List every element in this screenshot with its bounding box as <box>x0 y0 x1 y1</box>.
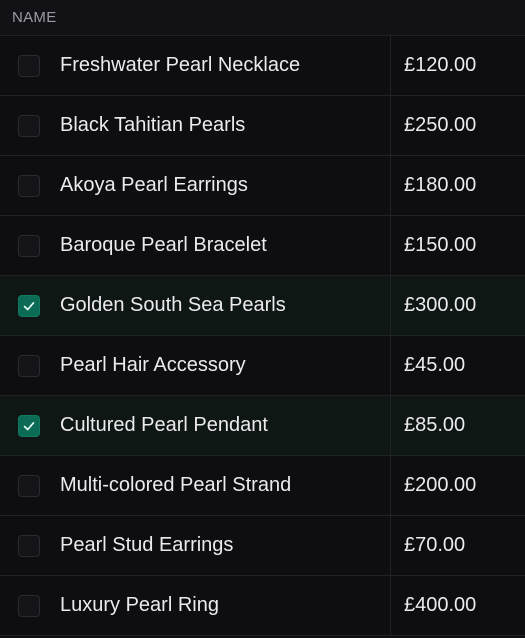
table-body: Freshwater Pearl Necklace £120.00 Black Ta… <box>0 36 525 636</box>
row-checkbox[interactable] <box>18 474 40 497</box>
check-icon <box>23 301 35 310</box>
product-price: £70.00 <box>404 534 466 556</box>
product-price: £120.00 <box>404 54 477 76</box>
row-checkbox[interactable] <box>18 54 40 77</box>
product-name: Golden South Sea Pearls <box>60 276 391 335</box>
row-checkbox[interactable] <box>18 414 40 437</box>
row-select-cell <box>0 396 60 455</box>
row-checkbox[interactable] <box>18 534 40 557</box>
row-checkbox[interactable] <box>18 234 40 257</box>
row-checkbox[interactable] <box>18 294 40 317</box>
row-select-cell <box>0 576 60 635</box>
product-name: Freshwater Pearl Necklace <box>60 36 391 95</box>
product-name: Baroque Pearl Bracelet <box>60 216 391 275</box>
product-name: Akoya Pearl Earrings <box>60 156 391 215</box>
row-checkbox[interactable] <box>18 114 40 137</box>
row-select-cell <box>0 456 60 515</box>
product-name: Multi-colored Pearl Strand <box>60 456 391 515</box>
product-table: NAME Freshwater Pearl Necklace £120.00 Bla… <box>0 0 525 638</box>
product-name: Luxury Pearl Ring <box>60 576 391 635</box>
table-row[interactable]: Pearl Stud Earrings £70.00 <box>0 516 525 576</box>
row-checkbox[interactable] <box>18 594 40 617</box>
product-name: Pearl Stud Earrings <box>60 516 391 575</box>
product-name: Cultured Pearl Pendant <box>60 396 391 455</box>
row-select-cell <box>0 156 60 215</box>
column-header-name[interactable]: NAME <box>12 9 57 26</box>
row-select-cell <box>0 336 60 395</box>
row-select-cell <box>0 516 60 575</box>
row-checkbox[interactable] <box>18 174 40 197</box>
table-row[interactable]: Multi-colored Pearl Strand £200.00 <box>0 456 525 516</box>
table-header: NAME <box>0 0 525 36</box>
table-row[interactable]: Baroque Pearl Bracelet £150.00 <box>0 216 525 276</box>
product-price: £200.00 <box>404 474 477 496</box>
product-price: £180.00 <box>404 174 477 196</box>
table-row[interactable]: Cultured Pearl Pendant £85.00 <box>0 396 525 456</box>
row-checkbox[interactable] <box>18 354 40 377</box>
table-row[interactable]: Pearl Hair Accessory £45.00 <box>0 336 525 396</box>
table-row[interactable]: Akoya Pearl Earrings £180.00 <box>0 156 525 216</box>
table-row[interactable]: Black Tahitian Pearls £250.00 <box>0 96 525 156</box>
check-icon <box>23 421 35 430</box>
product-price: £45.00 <box>404 354 466 376</box>
table-row[interactable]: Freshwater Pearl Necklace £120.00 <box>0 36 525 96</box>
table-row[interactable]: Golden South Sea Pearls £300.00 <box>0 276 525 336</box>
product-name: Black Tahitian Pearls <box>60 96 391 155</box>
row-select-cell <box>0 216 60 275</box>
product-name: Pearl Hair Accessory <box>60 336 391 395</box>
product-price: £400.00 <box>404 594 477 616</box>
row-select-cell <box>0 276 60 335</box>
product-price: £250.00 <box>404 114 477 136</box>
product-price: £300.00 <box>404 294 477 316</box>
row-select-cell <box>0 36 60 95</box>
product-price: £150.00 <box>404 234 477 256</box>
table-row[interactable]: Luxury Pearl Ring £400.00 <box>0 576 525 636</box>
product-price: £85.00 <box>404 414 466 436</box>
row-select-cell <box>0 96 60 155</box>
